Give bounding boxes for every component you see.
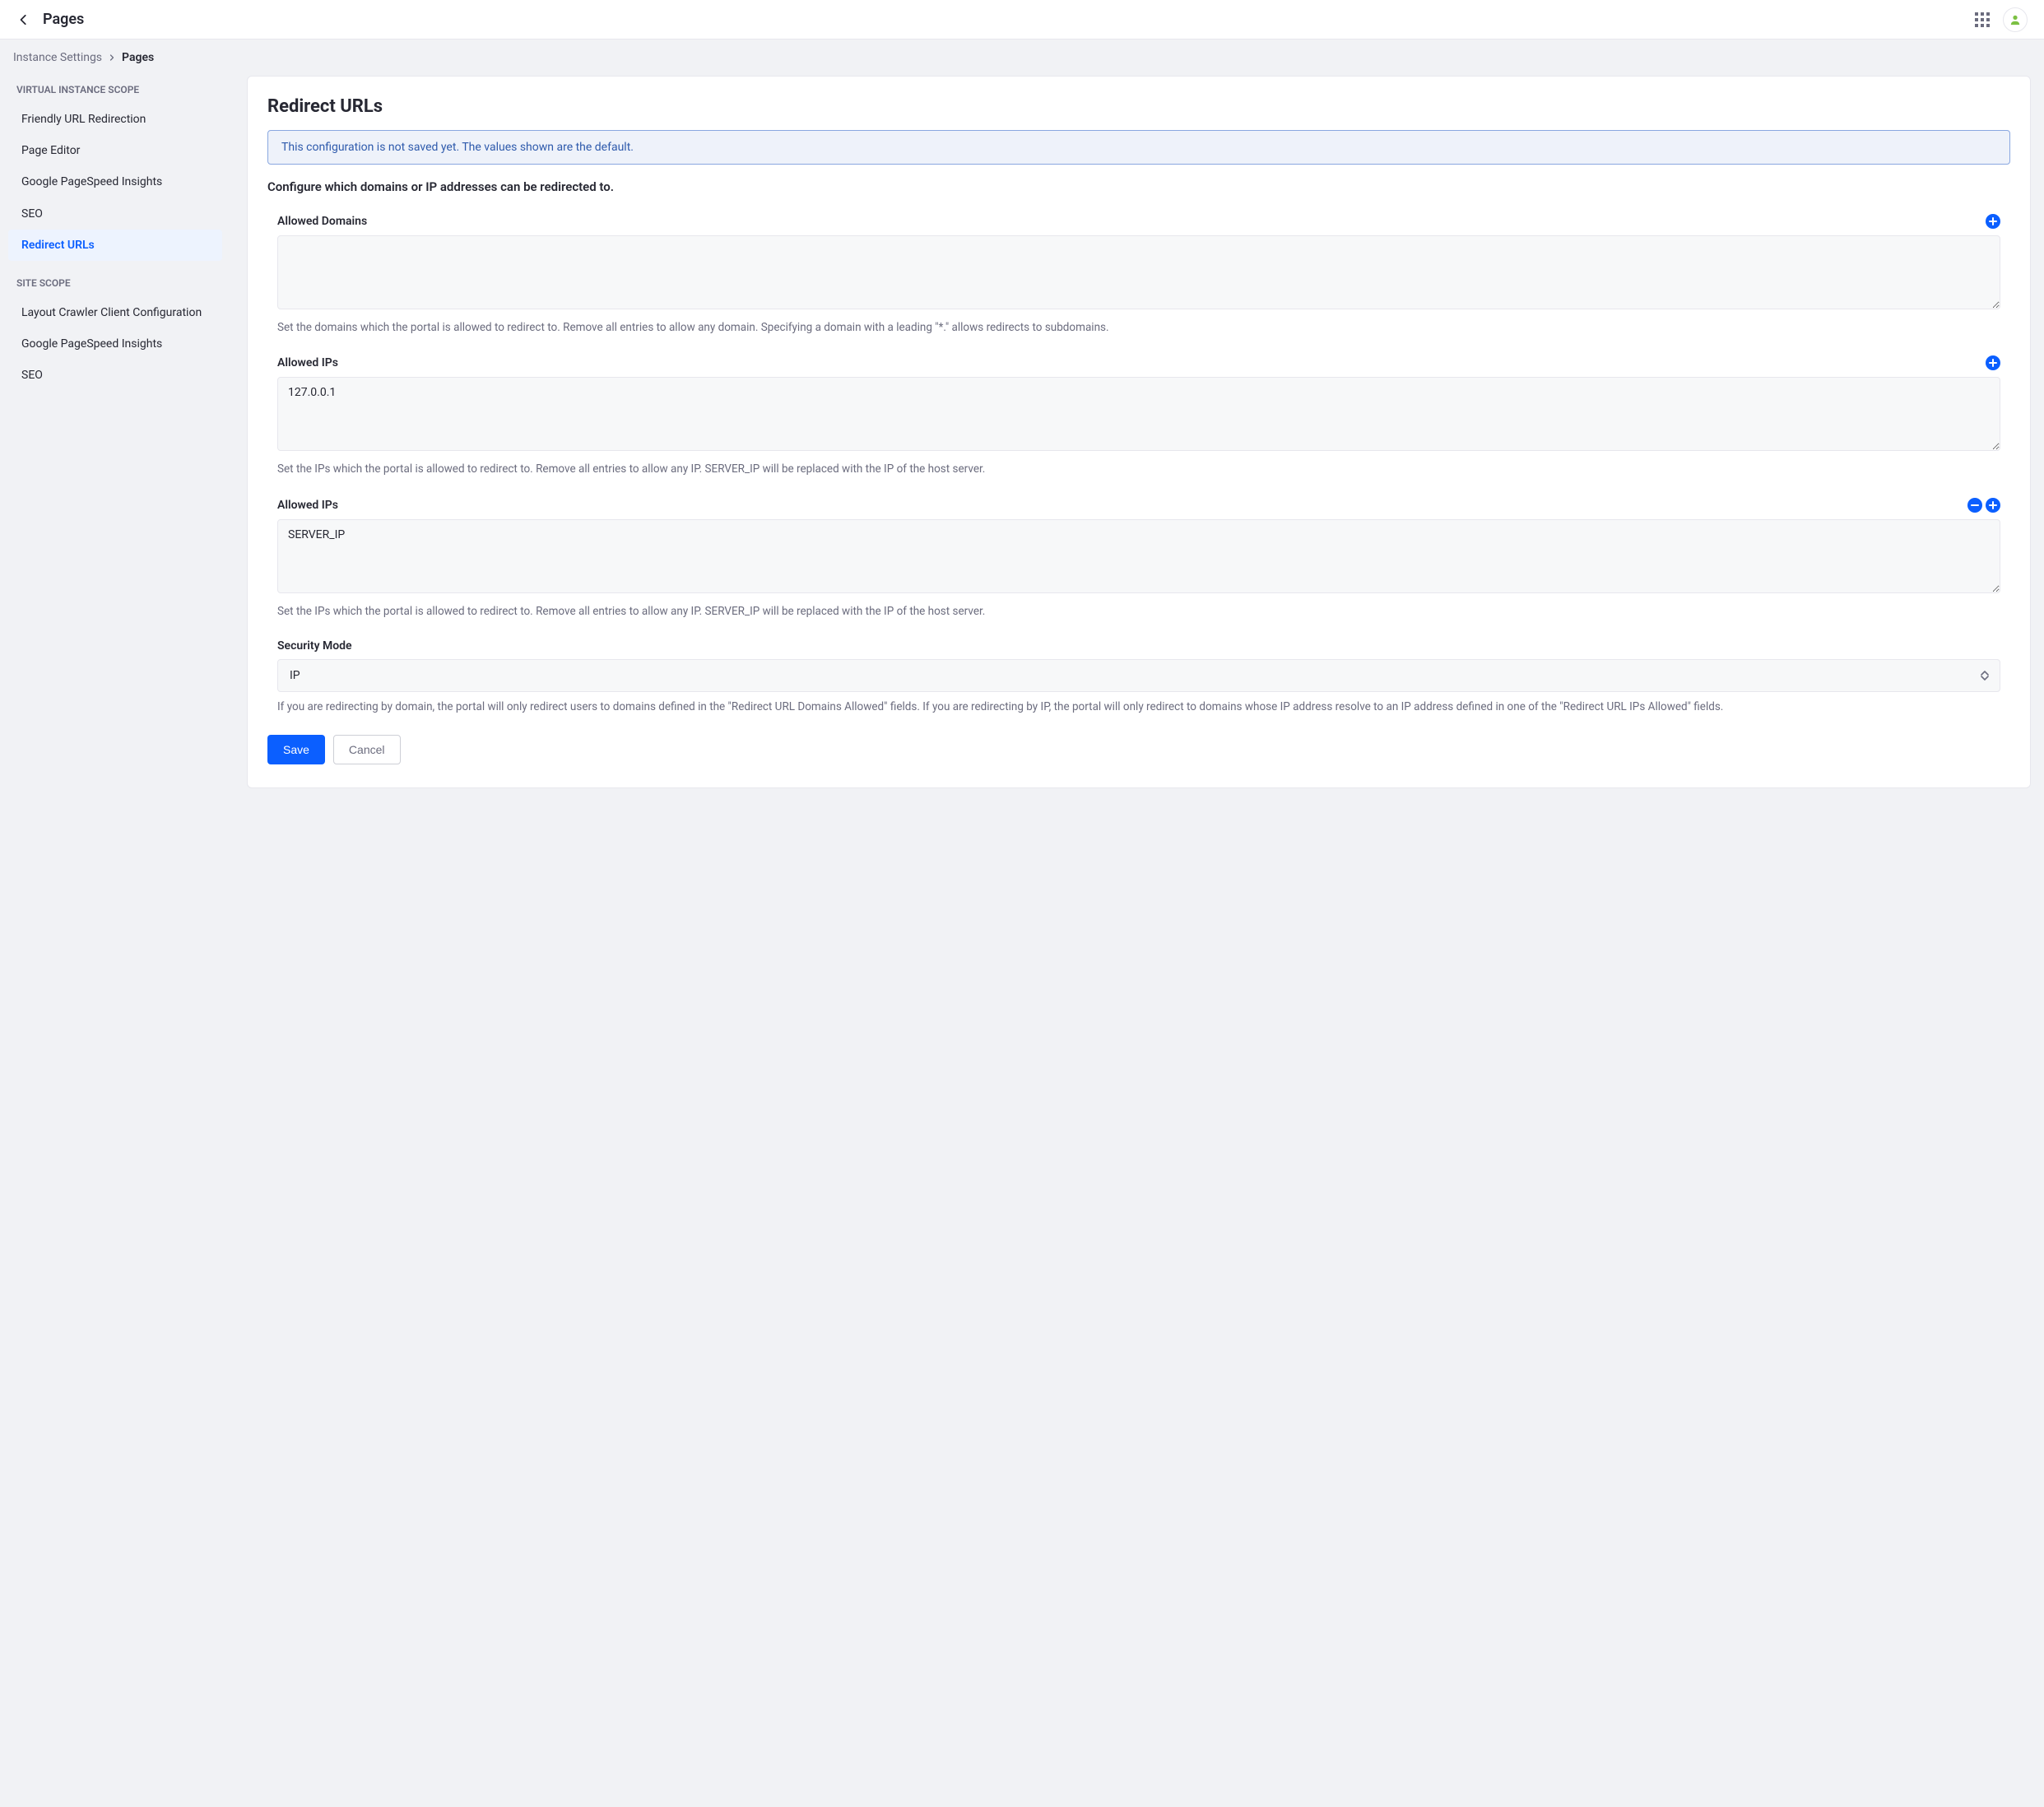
minus-icon bbox=[1971, 501, 1979, 509]
breadcrumb-parent[interactable]: Instance Settings bbox=[13, 51, 102, 64]
sidebar-item[interactable]: SEO bbox=[8, 198, 222, 230]
cancel-button[interactable]: Cancel bbox=[333, 735, 401, 764]
sidebar-section-header: VIRTUAL INSTANCE SCOPE bbox=[8, 76, 222, 104]
field-textarea[interactable] bbox=[277, 377, 2000, 451]
field-block: Allowed Domains Set the domains which the… bbox=[277, 214, 2000, 336]
security-mode-value: IP bbox=[290, 669, 300, 682]
page-heading: Redirect URLs bbox=[267, 96, 2010, 117]
topbar: Pages bbox=[0, 0, 2044, 39]
field-label: Allowed IPs bbox=[277, 499, 338, 512]
save-button[interactable]: Save bbox=[267, 735, 325, 764]
chevron-right-icon bbox=[109, 54, 115, 61]
sidebar: VIRTUAL INSTANCE SCOPE Friendly URL Redi… bbox=[0, 76, 230, 788]
security-mode-field: Security Mode IP If you are redirecting … bbox=[277, 639, 2000, 715]
add-button[interactable] bbox=[1986, 214, 2000, 229]
sidebar-item[interactable]: SEO bbox=[8, 360, 222, 391]
breadcrumb: Instance Settings Pages bbox=[0, 39, 2044, 76]
user-icon bbox=[2009, 14, 2021, 26]
user-avatar[interactable] bbox=[2003, 7, 2028, 32]
plus-icon bbox=[1989, 359, 1997, 367]
info-alert: This configuration is not saved yet. The… bbox=[267, 130, 2010, 165]
field-help: Set the domains which the portal is allo… bbox=[277, 319, 2000, 336]
sidebar-item[interactable]: Google PageSpeed Insights bbox=[8, 328, 222, 360]
field-block: Allowed IPs Set the IPs which the portal … bbox=[277, 355, 2000, 477]
field-help: Set the IPs which the portal is allowed … bbox=[277, 603, 2000, 620]
remove-button[interactable] bbox=[1967, 498, 1982, 513]
plus-icon bbox=[1989, 217, 1997, 225]
back-button[interactable] bbox=[16, 12, 31, 27]
security-mode-help: If you are redirecting by domain, the po… bbox=[277, 699, 2000, 715]
field-textarea[interactable] bbox=[277, 519, 2000, 593]
security-mode-select[interactable]: IP bbox=[277, 659, 2000, 692]
field-label: Allowed IPs bbox=[277, 356, 338, 369]
apps-menu-button[interactable] bbox=[1975, 12, 1990, 27]
sidebar-item[interactable]: Friendly URL Redirection bbox=[8, 104, 222, 135]
sidebar-section1: Friendly URL RedirectionPage EditorGoogl… bbox=[8, 104, 222, 261]
plus-icon bbox=[1989, 501, 1997, 509]
sidebar-section2: Layout Crawler Client ConfigurationGoogl… bbox=[8, 297, 222, 392]
chevron-left-icon bbox=[18, 14, 30, 26]
field-label: Allowed Domains bbox=[277, 215, 367, 228]
breadcrumb-current: Pages bbox=[122, 51, 154, 64]
topbar-title: Pages bbox=[43, 11, 84, 28]
page-subheading: Configure which domains or IP addresses … bbox=[267, 179, 2010, 194]
sidebar-section-header: SITE SCOPE bbox=[8, 269, 222, 297]
grid-icon bbox=[1975, 12, 1990, 27]
main-card: Redirect URLs This configuration is not … bbox=[247, 76, 2031, 788]
sidebar-item[interactable]: Layout Crawler Client Configuration bbox=[8, 297, 222, 328]
add-button[interactable] bbox=[1986, 355, 2000, 370]
sidebar-item[interactable]: Redirect URLs bbox=[8, 230, 222, 261]
sidebar-item[interactable]: Google PageSpeed Insights bbox=[8, 166, 222, 197]
sidebar-item[interactable]: Page Editor bbox=[8, 135, 222, 166]
add-button[interactable] bbox=[1986, 498, 2000, 513]
security-mode-label: Security Mode bbox=[277, 639, 352, 653]
field-block: Allowed IPs Set the IPs which the portal … bbox=[277, 498, 2000, 620]
field-help: Set the IPs which the portal is allowed … bbox=[277, 461, 2000, 477]
field-textarea[interactable] bbox=[277, 235, 2000, 309]
